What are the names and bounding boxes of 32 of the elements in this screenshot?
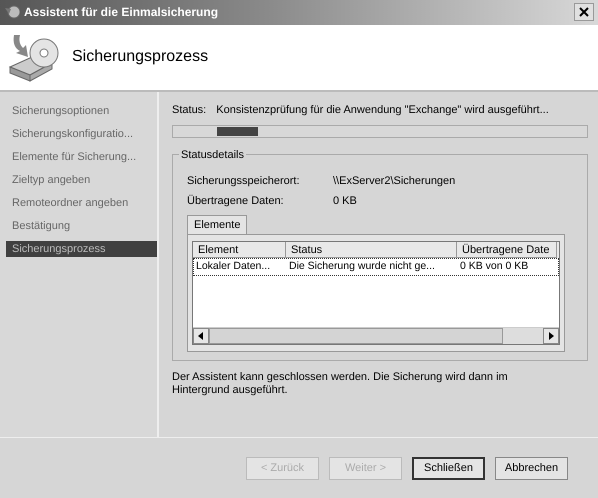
info-message: Der Assistent kann geschlossen werden. Die Sicherung wird dann im Hintergrund ausgeführt.	[172, 370, 509, 397]
table-cell-text: 0 KB von 0 KB	[459, 258, 530, 274]
sidebar-item[interactable]: Sicherungskonfiguratio...	[6, 122, 157, 146]
sidebar-item[interactable]: Bestätigung	[6, 214, 157, 238]
wizard-button[interactable]: Abbrechen	[495, 456, 568, 480]
field-value: \\ExServer2\Sicherungen	[333, 174, 456, 187]
sidebar-item[interactable]: Zieltyp angeben	[6, 168, 157, 192]
table-cell-text: Die Sicherung wurde nicht ge...	[288, 258, 436, 274]
sidebar-item[interactable]: Sicherungsprozess	[6, 240, 157, 257]
status-label: Status:	[172, 104, 206, 116]
scroll-left-icon[interactable]	[198, 332, 204, 340]
window-title: Assistent für die Einmalsicherung	[24, 5, 220, 20]
page-title: Sicherungsprozess	[72, 48, 208, 66]
horizontal-scrollbar[interactable]	[193, 326, 559, 344]
tab[interactable]: Elemente	[187, 214, 248, 234]
sidebar-item[interactable]: Sicherungsoptionen	[6, 100, 157, 123]
status-text: Konsistenzprüfung für die Anwendung "Exchange" wird ausgeführt...	[216, 104, 549, 116]
table-cell-text: Lokaler Daten...	[195, 258, 272, 274]
group-title: Statusdetails	[180, 148, 245, 161]
column-header[interactable]: Status	[286, 242, 457, 258]
wizard-button[interactable]: Schließen	[412, 456, 485, 480]
column-header[interactable]: Übertragene Date	[457, 242, 557, 258]
field-label: Sicherungsspeicherort:	[187, 174, 301, 187]
sidebar-item[interactable]: Remoteordner angeben	[6, 192, 157, 215]
scroll-right-icon[interactable]	[548, 332, 554, 340]
field-value: 0 KB	[333, 194, 357, 207]
close-icon	[579, 7, 589, 18]
table-row[interactable]: Lokaler Daten... Die Sicherung wurde nicht ge... 0 KB von 0 KB	[193, 258, 559, 276]
column-header[interactable]: Element	[193, 242, 286, 258]
close-button[interactable]	[574, 3, 594, 22]
field-label: Übertragene Daten:	[187, 194, 285, 207]
sidebar-item[interactable]: Elemente für Sicherung...	[6, 146, 157, 169]
